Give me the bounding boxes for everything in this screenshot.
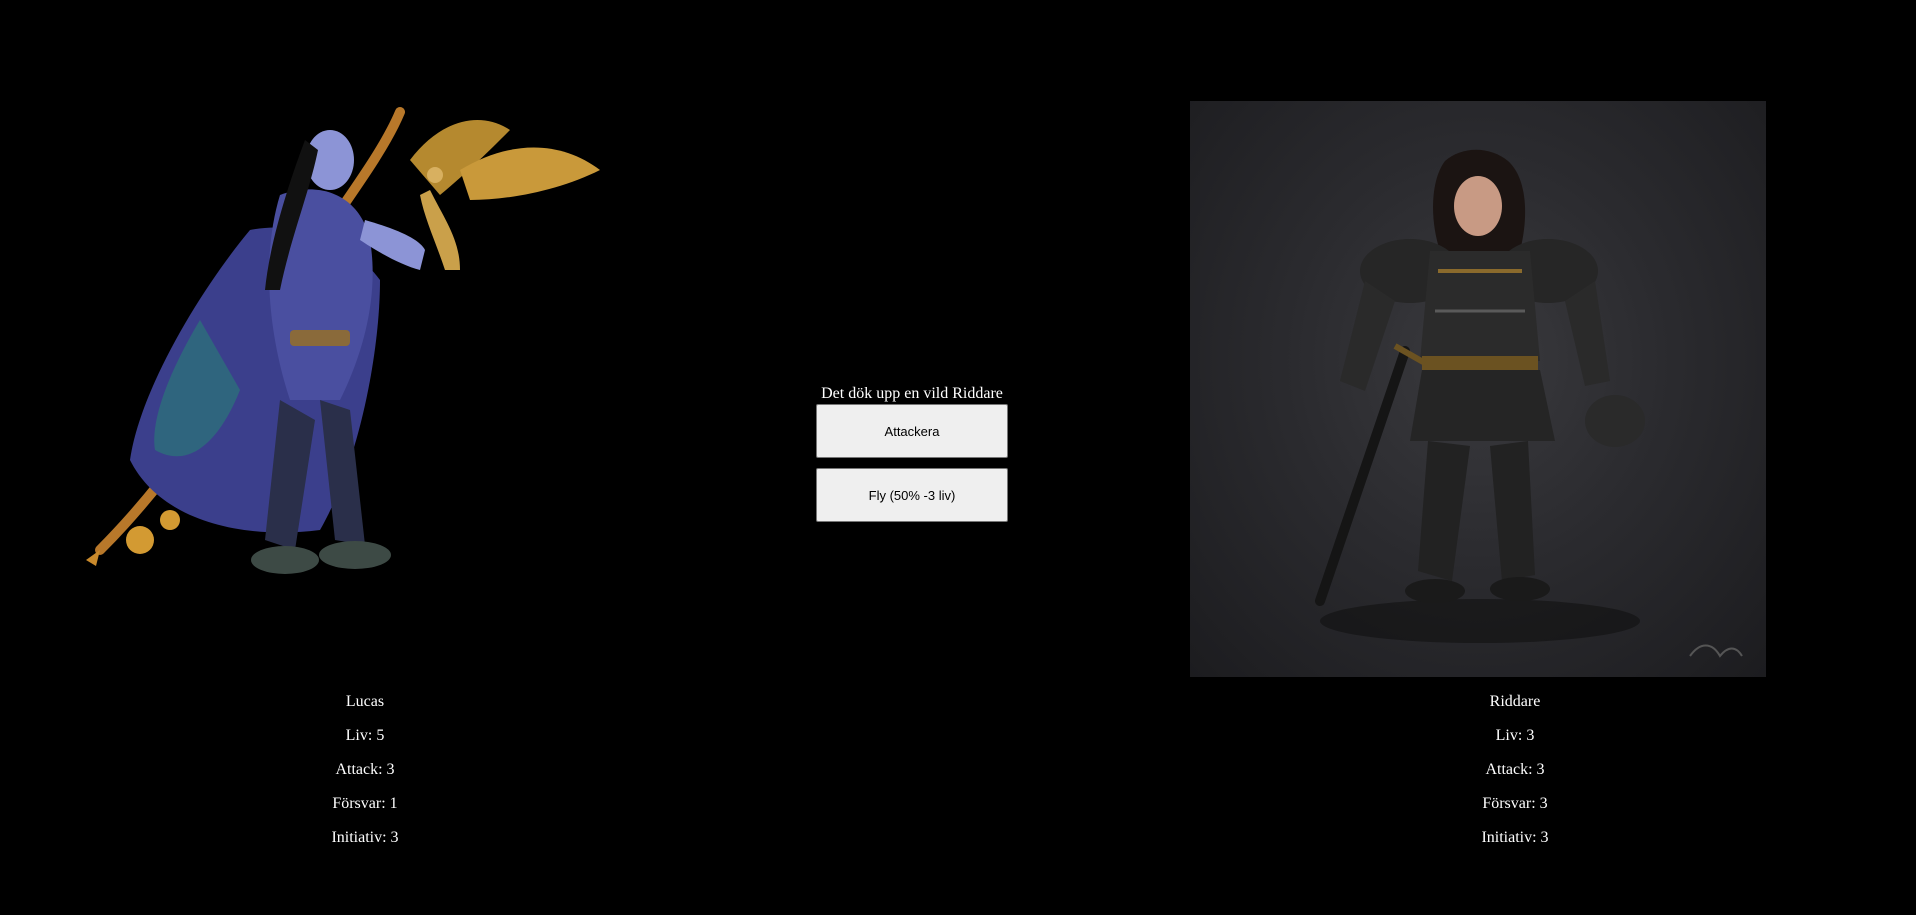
enemy-name: Riddare: [1489, 693, 1541, 710]
player-portrait: [80, 100, 680, 670]
enemy-portrait: [1190, 101, 1766, 677]
enemy-defense: Försvar: 3: [1482, 795, 1548, 812]
attack-button[interactable]: Attackera: [816, 404, 1008, 458]
player-stats: Lucas Liv: 5 Attack: 3 Försvar: 1 Initia…: [215, 690, 515, 860]
encounter-message: Det dök upp en vild Riddare: [821, 385, 1003, 402]
encounter-panel: Det dök upp en vild Riddare Attackera Fl…: [816, 384, 1008, 532]
enemy-life: Liv: 3: [1495, 727, 1535, 744]
player-initiative: Initiativ: 3: [331, 829, 399, 846]
battle-screen: Lucas Liv: 5 Attack: 3 Försvar: 1 Initia…: [0, 0, 1916, 915]
player-name: Lucas: [345, 693, 385, 710]
enemy-initiative: Initiativ: 3: [1481, 829, 1549, 846]
flee-button[interactable]: Fly (50% -3 liv): [816, 468, 1008, 522]
armored-knight-icon: [1315, 149, 1743, 658]
enemy-attack: Attack: 3: [1485, 761, 1545, 778]
elf-druid-with-hawk-icon: [86, 107, 600, 574]
player-defense: Försvar: 1: [332, 795, 398, 812]
enemy-stats: Riddare Liv: 3 Attack: 3 Försvar: 3 Init…: [1365, 690, 1665, 860]
player-attack: Attack: 3: [335, 761, 395, 778]
player-life: Liv: 5: [345, 727, 385, 744]
